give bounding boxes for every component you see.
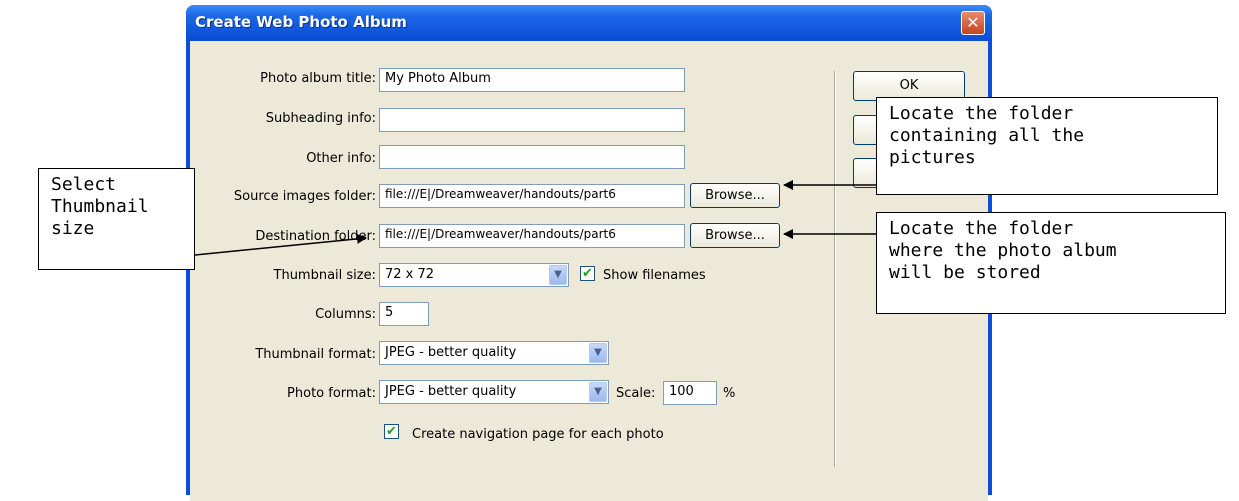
annotation-arrows bbox=[194, 180, 876, 256]
thumbnail-callout-arrow bbox=[194, 233, 367, 256]
